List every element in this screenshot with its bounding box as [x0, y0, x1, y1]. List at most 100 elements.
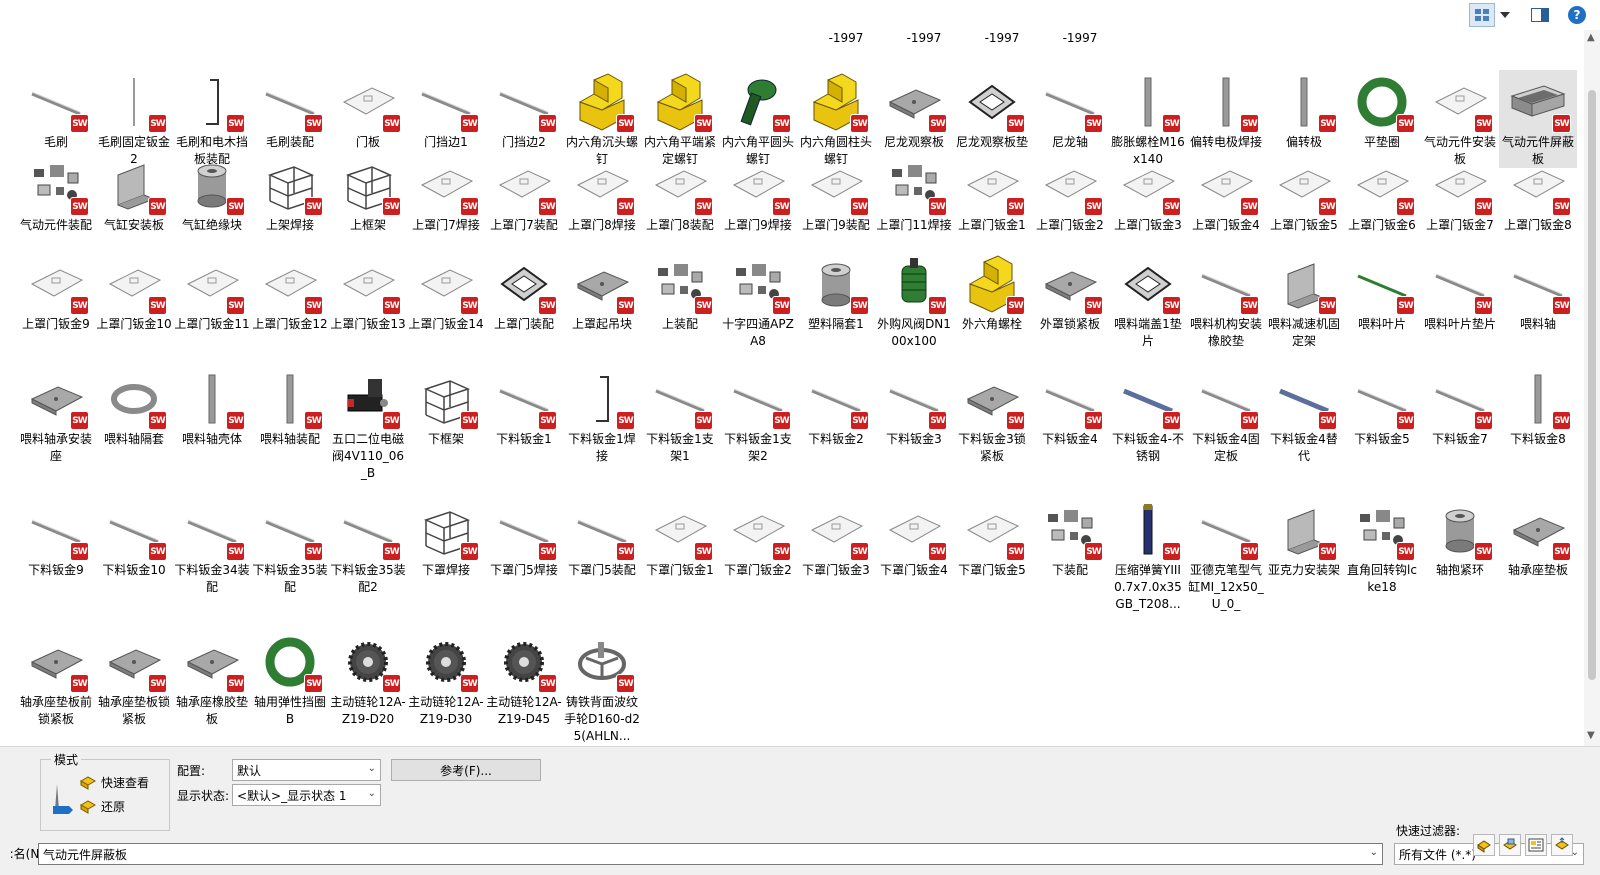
file-item[interactable]: SW 上罩门钣金14	[407, 252, 485, 333]
file-item[interactable]: SW 五口二位电磁阀4V110_06_B	[329, 367, 407, 482]
file-item[interactable]: SW 上罩门11焊接	[875, 153, 953, 234]
help-icon[interactable]: ?	[1566, 3, 1588, 27]
file-item[interactable]: SW 外罩锁紧板	[1031, 252, 1109, 333]
scrollbar-thumb[interactable]	[1588, 90, 1596, 680]
file-item[interactable]: SW 平垫圈	[1343, 70, 1421, 151]
dropdown-arrow-icon[interactable]	[1497, 3, 1513, 27]
file-item[interactable]: SW 下罩门5装配	[563, 498, 641, 579]
file-item[interactable]: SW 毛刷	[17, 70, 95, 151]
file-item[interactable]: SW 下料钣金1支架1	[641, 367, 719, 465]
file-item[interactable]: SW 上罩门钣金1	[953, 153, 1031, 234]
file-item[interactable]: SW 喂料叶片垫片	[1421, 252, 1499, 333]
file-item[interactable]: SW 下料钣金3锁紧板	[953, 367, 1031, 465]
file-item[interactable]: SW 上罩门钣金6	[1343, 153, 1421, 234]
file-item[interactable]: SW 压缩弹簧YIII0.7x7.0x35GB_T208...	[1109, 498, 1187, 613]
filename-input[interactable]: 气动元件屏蔽板 ⌄	[38, 843, 1383, 865]
filter-assemblies-icon[interactable]	[1499, 834, 1521, 856]
file-item[interactable]: SW 下料钣金35装配	[251, 498, 329, 596]
file-item[interactable]: SW 上罩门钣金3	[1109, 153, 1187, 234]
file-item[interactable]: SW 下料钣金1	[485, 367, 563, 448]
thumbnail-view-icon[interactable]	[1469, 3, 1495, 27]
file-item[interactable]: SW 上罩门8装配	[641, 153, 719, 234]
filter-parts-icon[interactable]	[1473, 834, 1495, 856]
file-item[interactable]: SW 上罩门钣金7	[1421, 153, 1499, 234]
file-item[interactable]: SW 十字四通APZA8	[719, 252, 797, 350]
file-item[interactable]: SW 下料钣金4-不锈钢	[1109, 367, 1187, 465]
file-item[interactable]: SW 上罩起吊块	[563, 252, 641, 333]
file-item[interactable]: SW 上罩门8焊接	[563, 153, 641, 234]
file-item[interactable]: SW 上罩门钣金8	[1499, 153, 1577, 234]
file-item[interactable]: SW 下料钣金34装配	[173, 498, 251, 596]
file-item[interactable]: SW 上罩门钣金9	[17, 252, 95, 333]
file-item[interactable]: SW 上罩门钣金11	[173, 252, 251, 333]
reference-button[interactable]: 参考(F)...	[391, 759, 541, 781]
file-item[interactable]: SW 上罩门钣金10	[95, 252, 173, 333]
file-item[interactable]: SW 下料钣金8	[1499, 367, 1577, 448]
filter-top-assemblies-icon[interactable]	[1551, 834, 1573, 856]
file-item[interactable]: SW 偏转极	[1265, 70, 1343, 151]
file-item[interactable]: SW 下框架	[407, 367, 485, 448]
file-item[interactable]: SW 外六角螺栓	[953, 252, 1031, 333]
file-item[interactable]: SW 偏转电极焊接	[1187, 70, 1265, 151]
file-item[interactable]: SW 轴用弹性挡圈B	[251, 630, 329, 728]
vertical-scrollbar[interactable]: ▲ ▼	[1584, 30, 1600, 746]
file-item[interactable]: SW 轴承座垫板	[1499, 498, 1577, 579]
file-item[interactable]: SW 下罩门钣金1	[641, 498, 719, 579]
file-item[interactable]: SW 轴承座垫板前锁紧板	[17, 630, 95, 728]
file-item[interactable]: SW 主动链轮12A-Z19-D45	[485, 630, 563, 728]
file-item[interactable]: SW 上罩门钣金13	[329, 252, 407, 333]
file-item[interactable]: SW 下罩门5焊接	[485, 498, 563, 579]
file-item[interactable]: SW 喂料轴隔套	[95, 367, 173, 448]
file-item[interactable]: SW 上罩门7装配	[485, 153, 563, 234]
file-item[interactable]: SW 毛刷装配	[251, 70, 329, 151]
file-item[interactable]: SW 下装配	[1031, 498, 1109, 579]
file-item[interactable]: SW 气缸安装板	[95, 153, 173, 234]
file-item[interactable]: SW 塑料隔套1	[797, 252, 875, 333]
file-item[interactable]: SW 气动元件装配	[17, 153, 95, 234]
file-item[interactable]: SW 上罩门钣金4	[1187, 153, 1265, 234]
file-item[interactable]: SW 下料钣金7	[1421, 367, 1499, 448]
file-item[interactable]: SW 上架焊接	[251, 153, 329, 234]
file-item[interactable]: SW 气缸绝缘块	[173, 153, 251, 234]
scroll-down-icon[interactable]: ▼	[1587, 730, 1595, 741]
file-item[interactable]: SW 下罩门钣金4	[875, 498, 953, 579]
file-item[interactable]: SW 喂料轴	[1499, 252, 1577, 333]
display-state-select[interactable]: <默认>_显示状态 1 ⌄	[232, 784, 381, 806]
file-item[interactable]: SW 上罩门9装配	[797, 153, 875, 234]
file-item[interactable]: SW 喂料机构安装橡胶垫	[1187, 252, 1265, 350]
file-item[interactable]: SW 喂料轴装配	[251, 367, 329, 448]
file-item[interactable]: SW 尼龙轴	[1031, 70, 1109, 151]
preview-pane-icon[interactable]	[1528, 3, 1552, 27]
file-item[interactable]: SW 下料钣金5	[1343, 367, 1421, 448]
restore-option[interactable]: 还原	[79, 796, 125, 817]
file-item[interactable]: SW 下罩门钣金3	[797, 498, 875, 579]
quick-view-option[interactable]: 快速查看	[79, 772, 149, 793]
file-item[interactable]: SW 门挡边2	[485, 70, 563, 151]
file-item[interactable]: SW 下料钣金1焊接	[563, 367, 641, 465]
filter-drawings-icon[interactable]	[1525, 834, 1547, 856]
mode-slider-icon[interactable]	[51, 780, 73, 814]
file-item[interactable]: SW 上罩门钣金2	[1031, 153, 1109, 234]
file-item[interactable]: SW 下料钣金10	[95, 498, 173, 579]
file-item[interactable]: SW 亚德克笔型气缸MI_12x50_U_0_	[1187, 498, 1265, 613]
file-item[interactable]: SW 尼龙观察板垫	[953, 70, 1031, 151]
file-item[interactable]: SW 上罩门装配	[485, 252, 563, 333]
file-item[interactable]: SW 下罩焊接	[407, 498, 485, 579]
config-select[interactable]: 默认 ⌄	[232, 759, 381, 781]
file-item[interactable]: SW 上罩门钣金12	[251, 252, 329, 333]
file-item[interactable]: SW 上罩门7焊接	[407, 153, 485, 234]
file-item[interactable]: SW 喂料减速机固定架	[1265, 252, 1343, 350]
file-item[interactable]: SW 上罩门钣金5	[1265, 153, 1343, 234]
file-item[interactable]: SW 下料钣金4替代	[1265, 367, 1343, 465]
scroll-up-icon[interactable]: ▲	[1587, 32, 1595, 43]
file-item[interactable]: SW 喂料轴承安装座	[17, 367, 95, 465]
file-item[interactable]: SW 喂料叶片	[1343, 252, 1421, 333]
file-thumbnail-grid[interactable]: -1997 -1997 -1997 -1997 SW 毛刷 SW 毛刷固定钣金2 SW 毛刷和电…	[0, 30, 1584, 746]
file-item[interactable]: SW 亚克力安装架	[1265, 498, 1343, 579]
file-item[interactable]: SW 外购风阀DN100x100	[875, 252, 953, 350]
file-item[interactable]: SW 下料钣金4	[1031, 367, 1109, 448]
file-item[interactable]: SW 轴抱紧环	[1421, 498, 1499, 579]
file-item[interactable]: SW 喂料端盖1垫片	[1109, 252, 1187, 350]
file-item[interactable]: SW 门挡边1	[407, 70, 485, 151]
file-item[interactable]: SW 下罩门钣金5	[953, 498, 1031, 579]
